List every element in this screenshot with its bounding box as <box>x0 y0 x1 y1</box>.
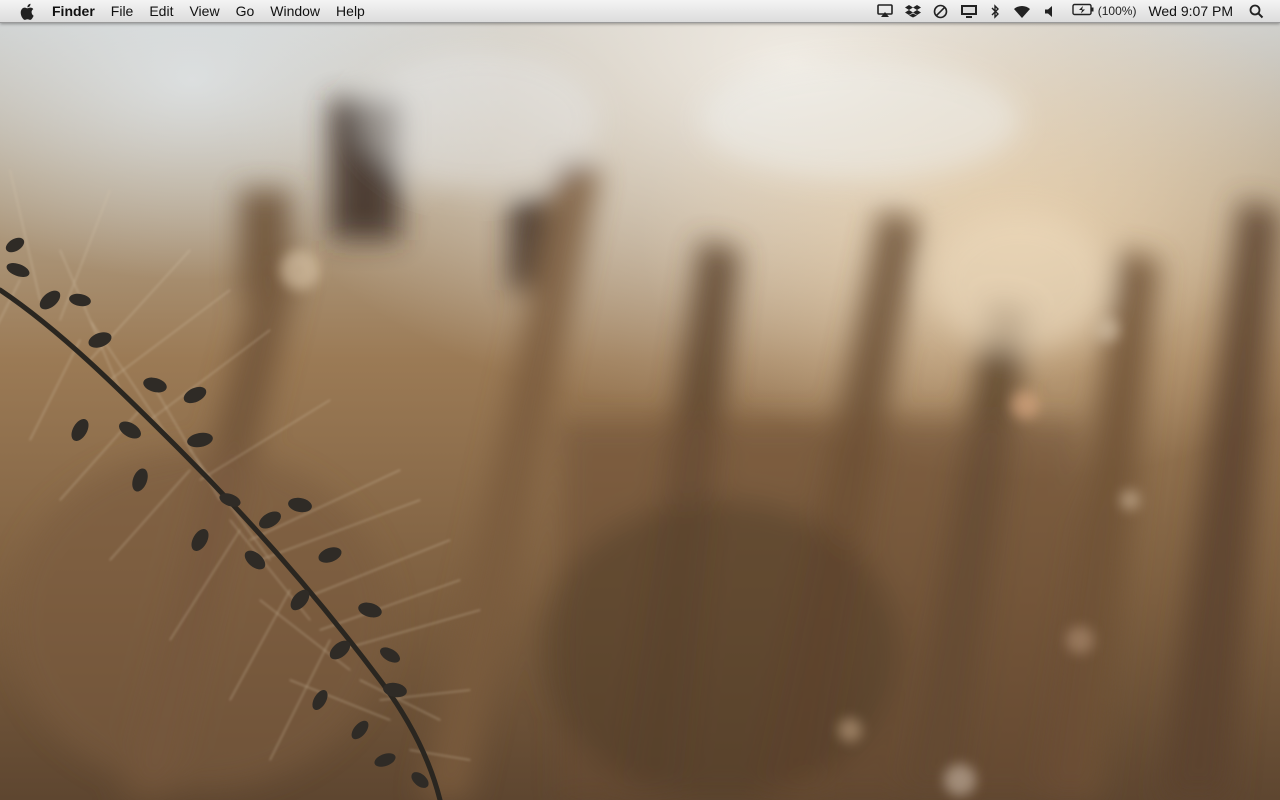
battery-percentage: (100%) <box>1097 4 1137 18</box>
display-mirroring-icon[interactable] <box>960 0 978 22</box>
spotlight-search-icon[interactable] <box>1249 0 1264 22</box>
menu-go[interactable]: Go <box>228 0 263 22</box>
bluetooth-icon[interactable] <box>990 0 1000 22</box>
menu-file[interactable]: File <box>103 0 142 22</box>
airplay-icon[interactable] <box>876 0 893 22</box>
status-menus: (100%) Wed 9:07 PM <box>871 0 1280 22</box>
desktop-wallpaper <box>0 0 1280 800</box>
desktop[interactable]: Finder File Edit View Go Window Help (10… <box>0 0 1280 800</box>
menu-window[interactable]: Window <box>262 0 328 22</box>
menu-edit[interactable]: Edit <box>141 0 181 22</box>
menu-clock[interactable]: Wed 9:07 PM <box>1148 3 1233 19</box>
menu-help[interactable]: Help <box>328 0 373 22</box>
wifi-icon[interactable] <box>1012 0 1032 22</box>
volume-icon[interactable] <box>1044 0 1056 22</box>
menu-bar: Finder File Edit View Go Window Help (10… <box>0 0 1280 23</box>
do-not-disturb-icon[interactable] <box>933 0 948 22</box>
apple-icon[interactable] <box>18 2 36 20</box>
battery-status[interactable]: (100%) <box>1072 3 1137 19</box>
menu-view[interactable]: View <box>181 0 227 22</box>
menu-bar-left: Finder File Edit View Go Window Help <box>0 0 373 22</box>
menu-app-finder[interactable]: Finder <box>50 0 103 22</box>
battery-icon <box>1072 3 1094 19</box>
dropbox-icon[interactable] <box>904 0 921 22</box>
